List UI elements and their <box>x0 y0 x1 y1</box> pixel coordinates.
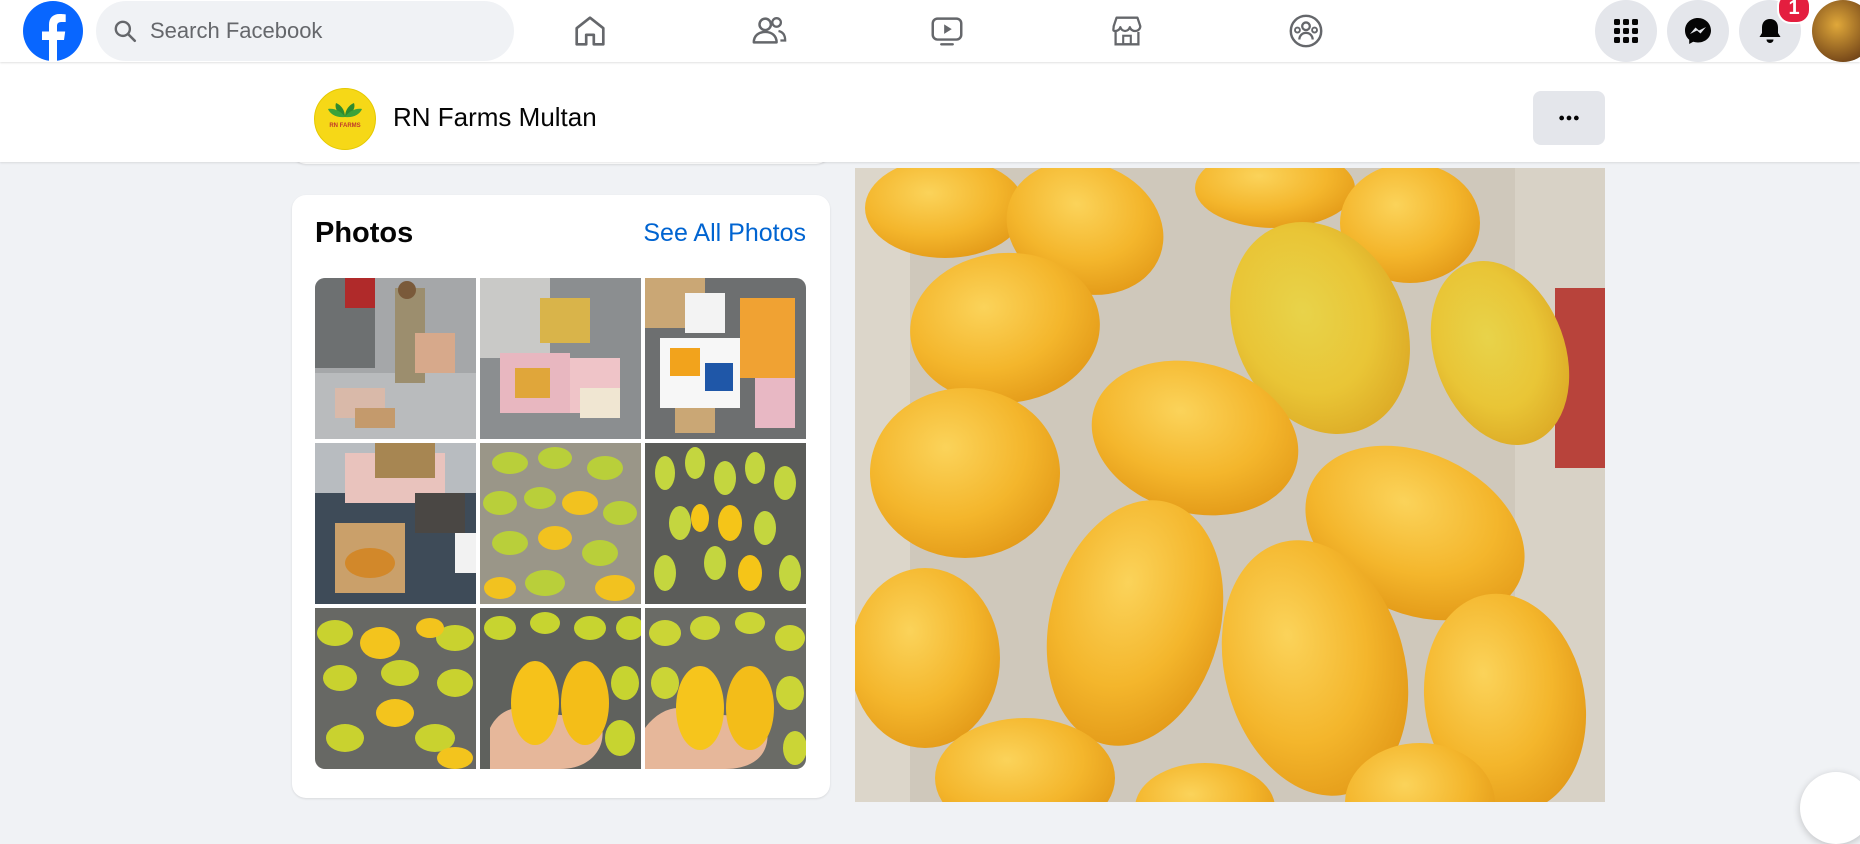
tab-video[interactable] <box>889 0 1005 62</box>
photo-thumbnail[interactable] <box>645 278 806 439</box>
grid-menu-icon <box>1614 19 1638 43</box>
more-dots-icon <box>1559 115 1579 121</box>
messenger-button[interactable] <box>1667 0 1729 62</box>
groups-icon <box>1289 14 1323 48</box>
more-options-button[interactable] <box>1533 91 1605 145</box>
facebook-logo-icon[interactable] <box>22 0 84 62</box>
search-icon <box>114 20 137 43</box>
photo-thumbnail[interactable] <box>315 443 476 604</box>
post-photo[interactable] <box>855 168 1605 802</box>
new-message-button[interactable] <box>1800 772 1860 844</box>
photo-thumbnail[interactable] <box>315 608 476 769</box>
bell-icon <box>1759 19 1781 43</box>
see-all-photos-link[interactable]: See All Photos <box>643 219 806 248</box>
messenger-icon <box>1685 18 1711 44</box>
page-profile-picture[interactable]: RN FARMS <box>314 88 376 150</box>
photo-grid <box>315 278 806 769</box>
photo-thumbnail[interactable] <box>480 608 641 769</box>
photo-thumbnail[interactable] <box>480 443 641 604</box>
photos-heading: Photos <box>315 217 414 249</box>
photos-card: Photos See All Photos <box>292 195 830 798</box>
page-header: RN FARMS RN Farms Multan <box>0 62 1860 162</box>
notification-count-badge: 1 <box>1777 0 1811 24</box>
photo-thumbnail[interactable] <box>645 443 806 604</box>
tab-home[interactable] <box>532 0 648 62</box>
tab-groups[interactable] <box>1248 0 1364 62</box>
menu-button[interactable] <box>1595 0 1657 62</box>
video-icon <box>931 17 963 46</box>
search-bar[interactable] <box>96 1 514 61</box>
search-input[interactable] <box>148 17 492 45</box>
home-icon <box>575 16 605 46</box>
top-navigation-bar: 1 <box>0 0 1860 62</box>
account-avatar[interactable] <box>1812 0 1860 62</box>
photo-thumbnail[interactable] <box>480 278 641 439</box>
friends-icon <box>752 17 787 44</box>
marketplace-icon <box>1112 16 1142 46</box>
photo-thumbnail[interactable] <box>645 608 806 769</box>
page-name[interactable]: RN Farms Multan <box>393 102 597 133</box>
logo-text: RN FARMS <box>329 123 360 129</box>
tab-friends[interactable] <box>711 0 827 62</box>
tab-marketplace[interactable] <box>1069 0 1185 62</box>
photo-thumbnail[interactable] <box>315 278 476 439</box>
